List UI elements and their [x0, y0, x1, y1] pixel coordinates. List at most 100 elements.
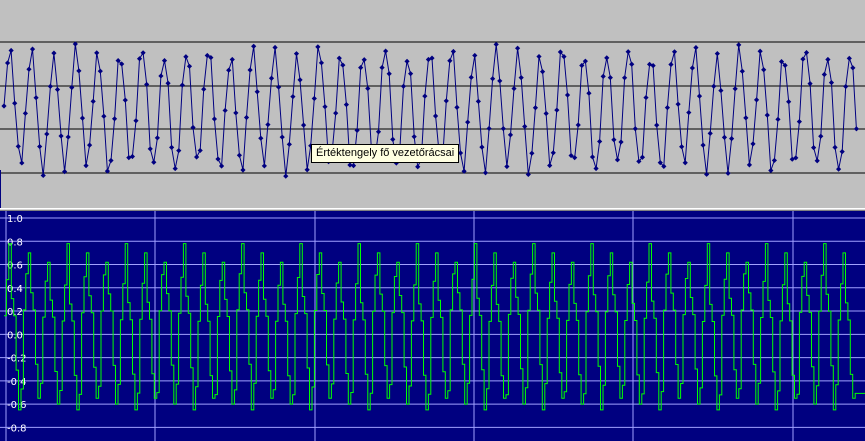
data-point-marker	[597, 138, 603, 145]
data-point-marker	[600, 73, 606, 79]
data-point-marker	[58, 133, 64, 139]
data-point-marker	[236, 152, 242, 158]
data-point-marker	[432, 113, 439, 119]
data-point-marker	[229, 56, 235, 63]
data-point-marker	[286, 141, 292, 147]
data-point-marker	[522, 123, 528, 130]
data-point-marker	[375, 129, 382, 135]
data-point-marker	[343, 102, 349, 108]
data-point-marker	[411, 134, 417, 140]
y-tick-label: -0.8	[7, 423, 27, 434]
data-point-marker	[500, 126, 506, 132]
y-tick-label: 0.2	[7, 307, 23, 318]
data-point-marker	[564, 92, 571, 98]
data-point-marker	[408, 71, 414, 77]
data-point-marker	[725, 170, 731, 176]
data-point-marker	[607, 75, 613, 81]
data-point-marker	[786, 99, 792, 105]
data-point-marker	[1, 103, 7, 109]
data-point-marker	[839, 149, 845, 155]
data-point-marker	[539, 69, 546, 75]
data-point-marker	[350, 163, 357, 169]
data-point-marker	[714, 51, 720, 57]
data-point-marker	[226, 67, 232, 73]
data-point-marker	[490, 76, 496, 82]
data-point-marker	[775, 116, 781, 122]
data-point-marker	[472, 52, 478, 59]
data-point-marker	[211, 116, 218, 122]
data-point-marker	[311, 95, 317, 102]
upper-line-chart	[0, 41, 865, 208]
data-point-marker	[333, 110, 339, 116]
data-point-marker	[750, 141, 756, 147]
data-point-marker	[550, 150, 556, 156]
data-point-marker	[197, 147, 203, 154]
data-point-marker	[504, 163, 510, 170]
data-point-marker	[807, 81, 813, 87]
gridline-tooltip: Értéktengely fő vezetőrácsai	[311, 144, 460, 163]
data-point-marker	[176, 147, 182, 154]
data-point-marker	[593, 165, 599, 172]
data-point-marker	[76, 68, 82, 74]
y-tick-label: 0.8	[7, 237, 23, 248]
data-point-marker	[736, 42, 742, 48]
data-point-marker	[140, 50, 146, 56]
data-point-marker	[843, 83, 849, 90]
data-point-marker	[165, 80, 171, 86]
data-point-marker	[243, 114, 250, 121]
data-point-marker	[151, 159, 157, 165]
data-point-marker	[365, 85, 371, 92]
data-point-marker	[625, 49, 631, 55]
data-point-marker	[122, 97, 128, 103]
data-point-marker	[133, 118, 139, 124]
data-point-marker	[183, 54, 189, 60]
data-point-marker	[629, 61, 635, 67]
data-point-marker	[586, 90, 592, 96]
data-point-marker	[390, 136, 396, 142]
data-point-marker	[179, 82, 185, 88]
data-point-marker	[283, 173, 289, 179]
data-point-marker	[771, 157, 777, 164]
data-point-marker	[290, 93, 296, 100]
data-point-marker	[800, 56, 806, 62]
data-point-marker	[493, 41, 499, 48]
data-point-marker	[475, 98, 481, 105]
y-tick-label: 1.0	[7, 214, 23, 225]
data-point-marker	[575, 122, 581, 128]
data-point-marker	[12, 100, 18, 106]
data-point-marker	[732, 86, 738, 92]
lower-step-chart: 1.00.80.60.40.20.0-0.2-0.4-0.6-0.8	[0, 211, 865, 441]
data-point-marker	[22, 110, 28, 116]
data-point-marker	[543, 110, 549, 117]
data-point-marker	[532, 105, 539, 111]
data-point-marker	[693, 44, 699, 51]
data-point-marker	[400, 83, 407, 89]
data-point-marker	[547, 162, 553, 169]
data-point-marker	[743, 115, 749, 121]
data-point-marker	[44, 131, 50, 137]
data-point-marker	[83, 163, 89, 169]
data-point-marker	[161, 58, 168, 64]
data-point-marker	[47, 83, 53, 89]
data-point-marker	[201, 86, 207, 92]
data-point-marker	[301, 122, 307, 128]
data-point-marker	[304, 167, 310, 173]
data-point-marker	[8, 47, 14, 54]
data-point-marker	[87, 142, 93, 148]
data-point-marker	[515, 45, 521, 51]
data-point-marker	[589, 154, 596, 160]
data-point-marker	[240, 167, 246, 173]
data-point-marker	[664, 105, 670, 111]
data-point-marker	[497, 78, 503, 84]
data-point-marker	[51, 50, 57, 56]
data-point-marker	[707, 130, 713, 137]
data-point-marker	[768, 167, 774, 174]
data-point-marker	[336, 55, 342, 61]
data-point-marker	[761, 67, 767, 73]
data-point-marker	[764, 112, 770, 118]
data-point-marker	[29, 46, 36, 52]
upper-line-chart-panel: Értéktengely fő vezetőrácsai	[0, 0, 865, 208]
data-point-marker	[272, 44, 278, 51]
data-point-marker	[611, 137, 617, 143]
data-point-marker	[386, 71, 392, 77]
